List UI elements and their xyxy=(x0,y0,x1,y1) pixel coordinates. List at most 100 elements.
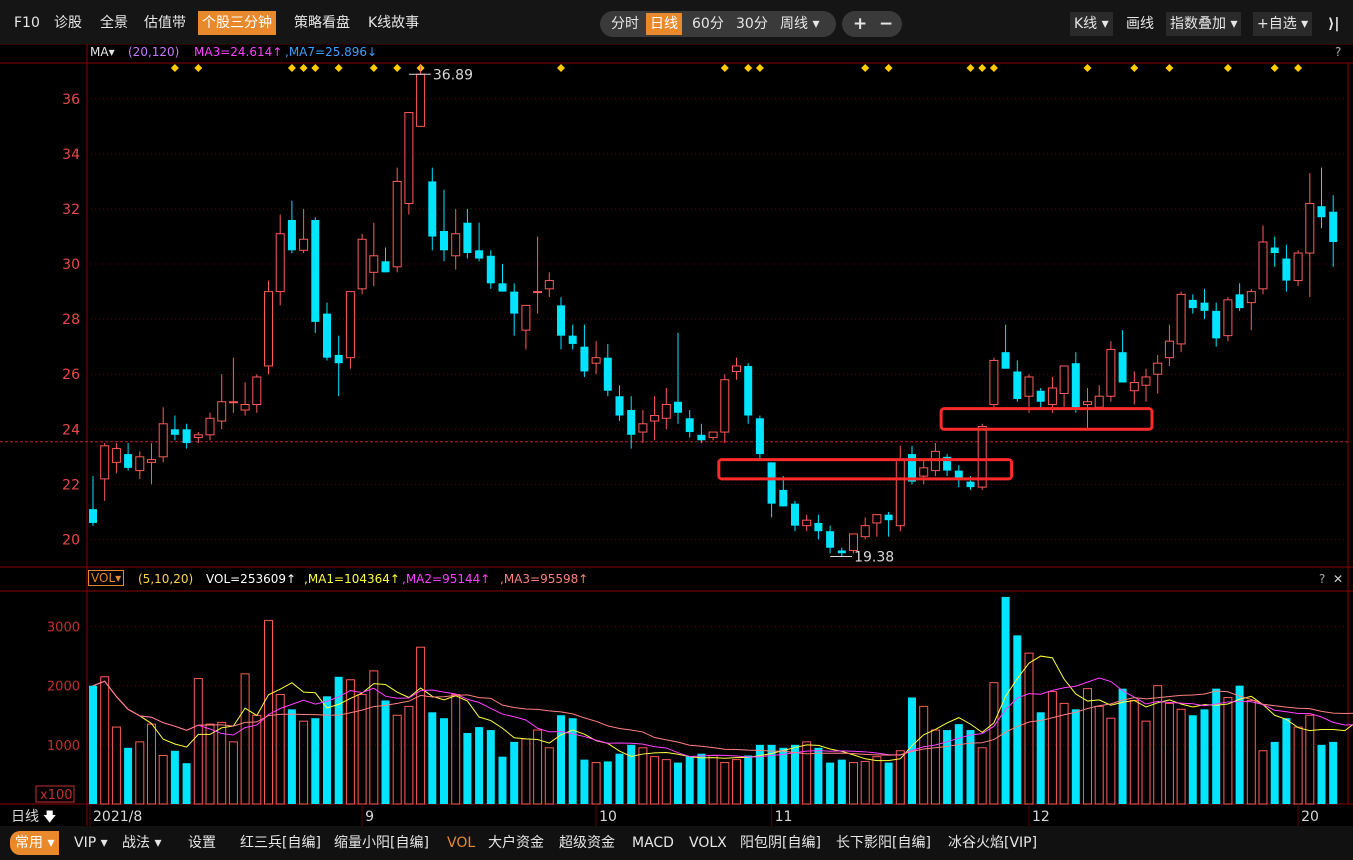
f10-tab[interactable]: F10 xyxy=(14,11,40,35)
overview-tab[interactable]: 全景 xyxy=(100,11,128,35)
candle-body xyxy=(872,514,882,524)
candle-body xyxy=(884,514,893,521)
volume-tick-label: 2000 xyxy=(47,680,80,695)
vol-help-icon[interactable]: ? xyxy=(1319,572,1325,586)
indicator-macd[interactable]: MACD xyxy=(632,833,674,853)
ma-help-icon[interactable]: ? xyxy=(1335,45,1341,59)
vol-ma1-value: ,MA1=104364↑ xyxy=(304,572,400,586)
candle-body xyxy=(1013,371,1022,399)
vol-selector-dropdown[interactable]: VOL▾ xyxy=(88,570,125,586)
indicator-big-holder-funds[interactable]: 大户资金 xyxy=(488,833,544,853)
candle-body xyxy=(240,404,250,411)
date-label: 2021/8 xyxy=(93,809,142,825)
volume-bar xyxy=(755,744,764,804)
volume-bar xyxy=(557,715,565,804)
candle-body xyxy=(708,431,718,439)
candle-body xyxy=(966,481,975,488)
candle-body xyxy=(404,112,414,204)
volume-bar xyxy=(1141,720,1151,805)
candle-body xyxy=(744,365,753,416)
indicator-long-lower-shadow[interactable]: 长下影阳[自编] xyxy=(836,833,931,853)
indicator-shrink-small-yang[interactable]: 缩量小阳[自编] xyxy=(334,833,429,853)
period-arrow-icon: 🡇 xyxy=(43,810,56,825)
candle-body xyxy=(416,73,426,127)
volume-bar xyxy=(334,676,343,804)
ma-selector-dropdown[interactable]: MA▾ xyxy=(90,45,115,59)
collapse-right-icon[interactable]: ⟩| xyxy=(1328,12,1340,36)
add-watchlist-dropdown[interactable]: +自选 ▾ xyxy=(1253,12,1313,36)
period-daily[interactable]: 日线 xyxy=(646,13,682,35)
vip-dropdown[interactable]: VIP ▾ xyxy=(74,833,108,853)
candle-body xyxy=(860,525,870,538)
volume-bar xyxy=(779,747,788,804)
period-label: 日线 xyxy=(11,809,39,825)
volume-bar xyxy=(930,729,940,805)
indicator-red-three-soldiers[interactable]: 红三兵[自编] xyxy=(240,833,321,853)
zoom-out-button[interactable]: − xyxy=(879,13,893,35)
volume-bar xyxy=(311,718,320,804)
volume-bar xyxy=(591,762,601,805)
candle-body xyxy=(299,238,309,251)
candle-body xyxy=(1223,299,1233,337)
candle-body xyxy=(381,261,390,273)
date-label: 11 xyxy=(775,809,793,825)
volume-bar xyxy=(1235,685,1244,804)
candle-body xyxy=(720,379,730,433)
kline-chart[interactable]: 20 22 24 26 28 30 32 34 36 1000 2000 3000 36.89 19.… xyxy=(0,0,1353,860)
vol-ma3-value: ,MA3=95598↑ xyxy=(500,572,589,586)
volume-bar xyxy=(240,673,250,805)
kline-story-tab[interactable]: K线故事 xyxy=(368,11,419,35)
draw-line-button[interactable]: 画线 xyxy=(1126,12,1154,36)
indicator-ice-fire[interactable]: 冰谷火焰[VIP] xyxy=(948,833,1037,853)
valuation-tab[interactable]: 估值带 xyxy=(144,11,186,35)
candle-body xyxy=(323,313,331,358)
period-weekly[interactable]: 周线 ▾ xyxy=(780,13,819,35)
candle-body xyxy=(1282,258,1291,281)
three-minute-tab[interactable]: 个股三分钟 xyxy=(198,11,276,35)
tactics-dropdown[interactable]: 战法 ▾ xyxy=(122,833,161,853)
vol-ma2-value: ,MA2=95144↑ xyxy=(402,572,491,586)
candle-body xyxy=(1024,376,1034,397)
candle-body xyxy=(767,462,776,504)
settings-button[interactable]: 设置 xyxy=(188,833,216,853)
candle-body xyxy=(802,519,812,527)
indicator-bullish-engulfing[interactable]: 阳包阴[自编] xyxy=(740,833,821,853)
volume-bar xyxy=(638,747,648,805)
vol-params: (5,10,20) xyxy=(138,572,194,586)
candle-body xyxy=(1071,363,1080,408)
volume-bar xyxy=(381,700,390,804)
date-axis: 2021/8 9 10 11 12 20 xyxy=(89,804,1319,826)
candle-body xyxy=(170,429,179,435)
candle-body xyxy=(568,335,577,344)
zoom-in-button[interactable]: + xyxy=(853,13,867,35)
close-icon[interactable]: ✕ xyxy=(1333,572,1343,586)
index-overlay-dropdown[interactable]: 指数叠加 ▾ xyxy=(1166,12,1242,36)
period-60min[interactable]: 60分 xyxy=(692,13,724,35)
signal-marker xyxy=(1270,64,1279,72)
candle-body xyxy=(1047,387,1057,406)
period-30min[interactable]: 30分 xyxy=(736,13,768,35)
indicator-volx[interactable]: VOLX xyxy=(689,833,727,853)
common-dropdown[interactable]: 常用 ▾ xyxy=(10,831,60,855)
period-intraday[interactable]: 分时 xyxy=(611,13,639,35)
volume-bar xyxy=(1083,688,1092,805)
date-label: 12 xyxy=(1032,809,1050,825)
signal-marker xyxy=(966,64,975,72)
diagnose-tab[interactable]: 诊股 xyxy=(54,11,82,35)
signal-marker xyxy=(720,64,729,72)
price-tick-label: 36 xyxy=(62,92,80,108)
indicator-super-funds[interactable]: 超级资金 xyxy=(559,833,615,853)
volume-bar xyxy=(1329,741,1338,804)
signal-marker xyxy=(1165,64,1174,72)
kline-type-dropdown[interactable]: K线 ▾ xyxy=(1070,12,1113,36)
top-toolbar: F10 诊股 全景 估值带 个股三分钟 策略看盘 K线故事 分时 日线 60分 … xyxy=(0,0,1353,44)
volume-bar xyxy=(1001,596,1010,804)
indicator-vol[interactable]: VOL xyxy=(447,833,475,853)
volume-bar xyxy=(615,753,624,804)
volume-bar xyxy=(299,720,309,805)
candle-body xyxy=(732,365,741,372)
ma7-value: ,MA7=25.896↓ xyxy=(285,45,378,59)
date-label: 20 xyxy=(1301,809,1319,825)
strategy-tab[interactable]: 策略看盘 xyxy=(294,11,350,35)
candle-body xyxy=(1001,352,1010,369)
